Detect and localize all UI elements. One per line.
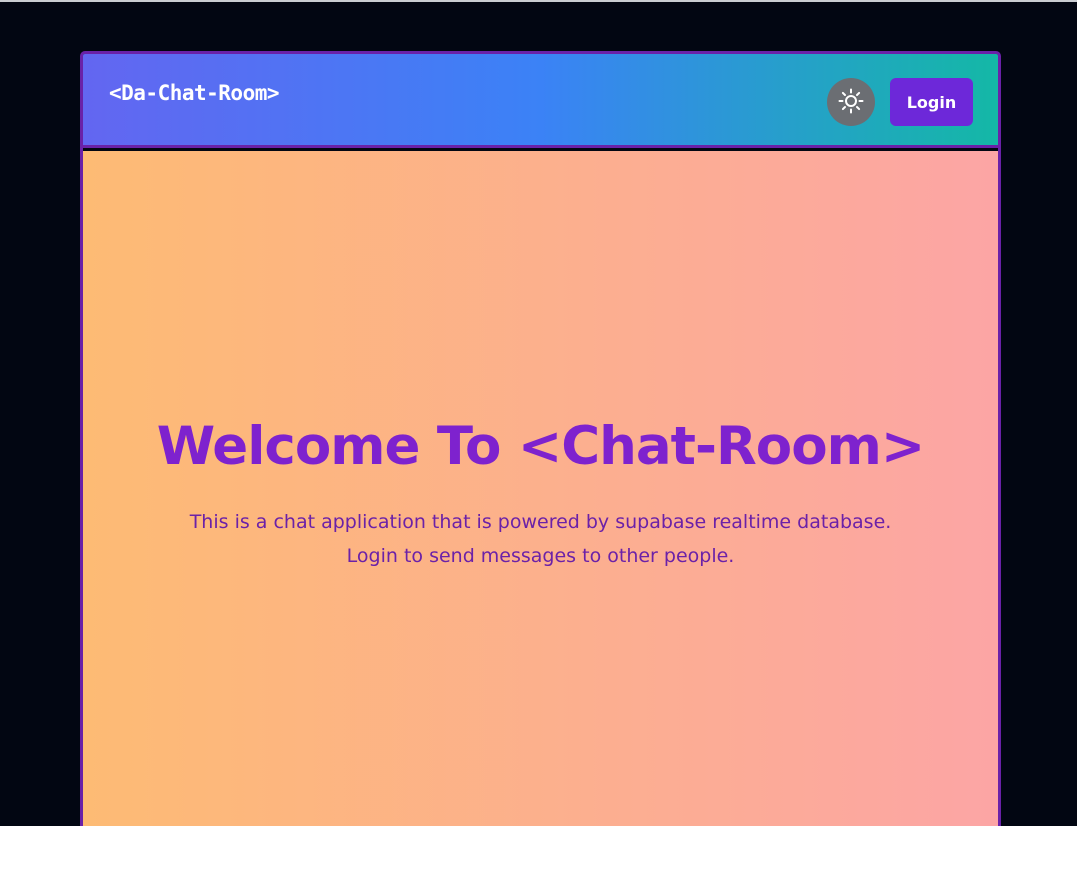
theme-toggle-button[interactable]: [827, 78, 875, 126]
welcome-hero: Welcome To <Chat-Room> This is a chat ap…: [83, 413, 998, 573]
login-button[interactable]: Login: [890, 78, 973, 126]
welcome-description: This is a chat application that is power…: [83, 505, 998, 573]
welcome-description-line-2: Login to send messages to other people.: [346, 545, 735, 567]
brand-title[interactable]: <Da-Chat-Room>: [109, 81, 280, 105]
app-frame: <Da-Chat-Room> Login Welcome To <Chat-Ro…: [80, 51, 1001, 826]
welcome-description-line-1: This is a chat application that is power…: [189, 511, 892, 533]
welcome-panel: Welcome To <Chat-Room> This is a chat ap…: [83, 151, 998, 826]
page-backdrop: <Da-Chat-Room> Login Welcome To <Chat-Ro…: [0, 2, 1077, 826]
welcome-title: Welcome To <Chat-Room>: [156, 416, 926, 477]
sun-icon: [838, 88, 864, 117]
app-header: <Da-Chat-Room> Login: [83, 54, 998, 148]
